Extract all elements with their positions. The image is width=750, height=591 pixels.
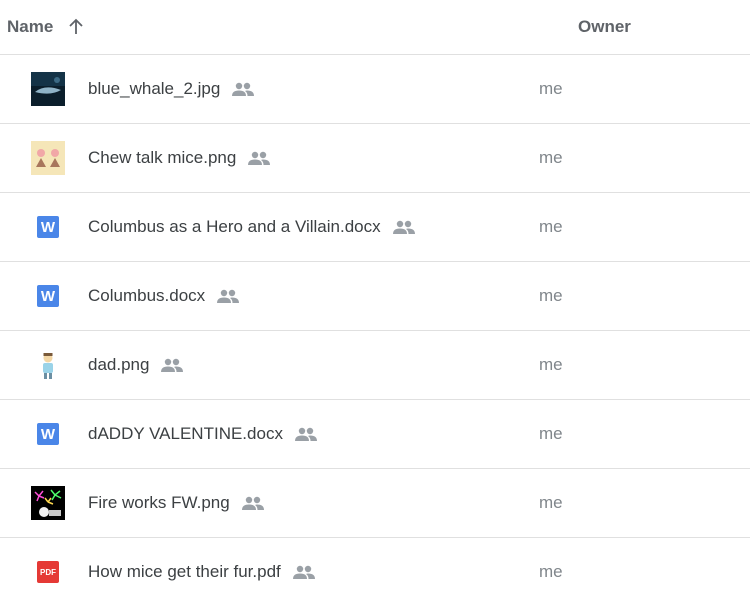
name-column-label: Name xyxy=(7,17,54,36)
file-row[interactable]: W Columbus.docx me xyxy=(0,262,750,331)
file-name-cell: Fire works FW.png xyxy=(0,486,536,520)
file-row[interactable]: W Columbus as a Hero and a Villain.docx … xyxy=(0,193,750,262)
file-row[interactable]: dad.png me xyxy=(0,331,750,400)
file-list: Name Owner blue_whale_2.jpg me Chew talk… xyxy=(0,0,750,591)
image-thumbnail-mice-icon xyxy=(31,141,65,175)
owner-cell: me xyxy=(539,217,563,236)
file-name-cell: PDF How mice get their fur.pdf xyxy=(0,555,536,589)
shared-people-icon xyxy=(247,150,271,166)
owner-cell: me xyxy=(539,286,563,305)
file-name: Columbus.docx xyxy=(88,286,206,305)
shared-people-icon xyxy=(292,564,316,580)
file-name: dad.png xyxy=(88,355,150,374)
file-row[interactable]: W dADDY VALENTINE.docx me xyxy=(0,400,750,469)
owner-cell: me xyxy=(539,79,563,98)
owner-cell: me xyxy=(539,562,563,581)
file-name-cell: blue_whale_2.jpg xyxy=(0,72,536,106)
image-thumbnail-fireworks-icon xyxy=(31,486,65,520)
shared-people-icon xyxy=(294,426,318,442)
file-name: Columbus as a Hero and a Villain.docx xyxy=(88,217,381,236)
pdf-icon: PDF xyxy=(31,555,65,589)
file-name-cell: W Columbus.docx xyxy=(0,279,536,313)
owner-column-label: Owner xyxy=(578,17,631,36)
owner-column-header[interactable]: Owner xyxy=(578,17,631,37)
file-name: How mice get their fur.pdf xyxy=(88,562,281,581)
shared-people-icon xyxy=(160,357,184,373)
shared-people-icon xyxy=(231,81,255,97)
word-doc-icon: W xyxy=(31,210,65,244)
file-name: dADDY VALENTINE.docx xyxy=(88,424,283,443)
file-row[interactable]: PDF How mice get their fur.pdf me xyxy=(0,538,750,591)
file-row[interactable]: Fire works FW.png me xyxy=(0,469,750,538)
file-name-cell: W dADDY VALENTINE.docx xyxy=(0,417,536,451)
file-row[interactable]: Chew talk mice.png me xyxy=(0,124,750,193)
owner-cell: me xyxy=(539,148,563,167)
file-name: blue_whale_2.jpg xyxy=(88,79,221,98)
owner-cell: me xyxy=(539,355,563,374)
owner-cell: me xyxy=(539,424,563,443)
image-thumbnail-dad-icon xyxy=(31,348,65,382)
name-column-header[interactable]: Name xyxy=(0,17,571,37)
list-header: Name Owner xyxy=(0,0,750,55)
file-name: Chew talk mice.png xyxy=(88,148,237,167)
shared-people-icon xyxy=(241,495,265,511)
shared-people-icon xyxy=(392,219,416,235)
word-doc-icon: W xyxy=(31,417,65,451)
file-name: Fire works FW.png xyxy=(88,493,230,512)
file-name-cell: dad.png xyxy=(0,348,536,382)
word-doc-icon: W xyxy=(31,279,65,313)
file-row[interactable]: blue_whale_2.jpg me xyxy=(0,55,750,124)
shared-people-icon xyxy=(216,288,240,304)
file-name-cell: W Columbus as a Hero and a Villain.docx xyxy=(0,210,536,244)
file-name-cell: Chew talk mice.png xyxy=(0,141,536,175)
image-thumbnail-whale-icon xyxy=(31,72,65,106)
owner-cell: me xyxy=(539,493,563,512)
arrow-up-icon[interactable] xyxy=(67,18,85,36)
